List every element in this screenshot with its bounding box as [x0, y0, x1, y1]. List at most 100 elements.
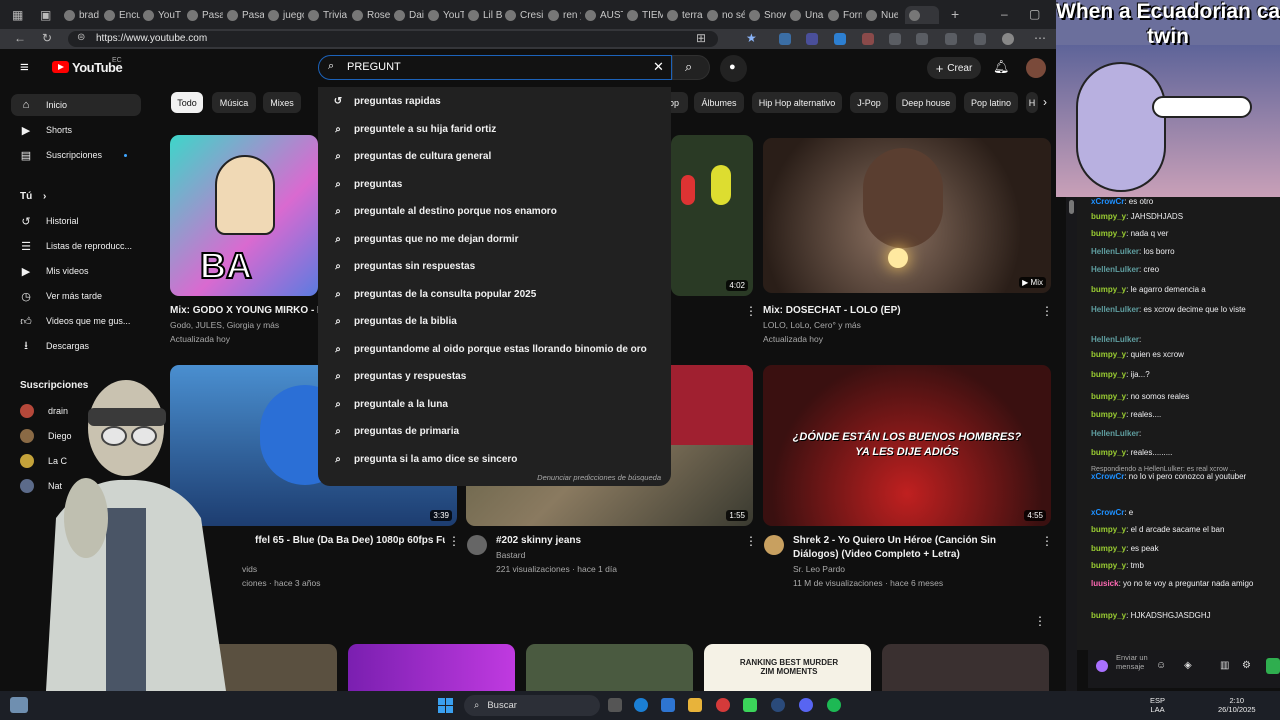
chip-jpop[interactable]: J-Pop: [850, 92, 888, 113]
chat-send-placeholder[interactable]: Enviar un mensaje: [1116, 653, 1154, 671]
browser-tab[interactable]: TIEM: [627, 6, 663, 24]
video-title[interactable]: ffel 65 - Blue (Da Ba Dee) 1080p 60fps F…: [255, 534, 445, 548]
short-thumbnail[interactable]: RANKING BEST MURDER ZIM MOMENTS: [704, 644, 871, 691]
chat-username[interactable]: xCrowCr: [1091, 197, 1124, 206]
emote-picker-icon[interactable]: [1096, 660, 1108, 672]
extension-icon[interactable]: [916, 33, 928, 45]
browser-tab[interactable]: Nuev: [866, 6, 898, 24]
extension-icon[interactable]: [806, 33, 818, 45]
search-suggestion[interactable]: ⌕ preguntas que no me dejan dormir: [318, 226, 671, 253]
youtube-logo-icon[interactable]: [52, 61, 69, 73]
back-icon[interactable]: ←: [14, 31, 26, 45]
chip-pop-latino[interactable]: Pop latino: [964, 92, 1018, 113]
browser-tab[interactable]: Snow: [749, 6, 786, 24]
video-channel[interactable]: Godo, JULES, Giorgia y más: [170, 318, 279, 332]
chat-username[interactable]: bumpy_y: [1091, 561, 1126, 570]
browser-tab[interactable]: Rose: [352, 6, 390, 24]
chat-username[interactable]: HellenLulker: [1091, 335, 1139, 344]
search-suggestion[interactable]: ⌕ preguntas de la consulta popular 2025: [318, 281, 671, 308]
url-field[interactable]: ⊜ https://www.youtube.com: [68, 31, 718, 47]
video-more-icon[interactable]: ⋮: [745, 534, 757, 548]
video-title[interactable]: Mix: DOSECHAT - LOLO (EP): [763, 304, 901, 318]
browser-more-icon[interactable]: ⋯: [1034, 31, 1046, 45]
browser-tab[interactable]: Daisi: [394, 6, 424, 24]
app-icon[interactable]: [743, 698, 757, 712]
chat-username[interactable]: bumpy_y: [1091, 350, 1126, 359]
search-suggestion[interactable]: ⌕ pregunta si la amo dice se sincero: [318, 446, 671, 473]
search-suggestion[interactable]: ⌕ preguntandome al oido porque estas llor…: [318, 336, 671, 363]
chat-username[interactable]: bumpy_y: [1091, 544, 1126, 553]
browser-tab[interactable]: YouT: [143, 6, 183, 24]
bookmark-star-icon[interactable]: ★: [746, 31, 757, 45]
chip-h[interactable]: H: [1026, 92, 1038, 113]
chat-send-button[interactable]: [1266, 658, 1280, 674]
chip-deep-house[interactable]: Deep house: [896, 92, 956, 113]
discord-icon[interactable]: [799, 698, 813, 712]
chat-username[interactable]: xCrowCr: [1091, 508, 1124, 517]
profile-avatar[interactable]: [1002, 33, 1014, 45]
browser-menu-icon[interactable]: ▦: [12, 8, 23, 22]
windows-start-icon[interactable]: [438, 698, 453, 713]
browser-tab[interactable]: Lil B: [468, 6, 502, 24]
short-thumbnail[interactable]: [882, 644, 1049, 691]
video-more-icon[interactable]: ⋮: [745, 304, 757, 318]
app-icon[interactable]: [716, 698, 730, 712]
browser-tab[interactable]: brad: [64, 6, 100, 24]
store-app-icon[interactable]: [661, 698, 675, 712]
chat-username[interactable]: bumpy_y: [1091, 410, 1126, 419]
you-section-heading[interactable]: Tú ›: [20, 191, 46, 202]
shorts-more-icon[interactable]: ⋮: [1034, 614, 1046, 628]
chip-mixes[interactable]: Mixes: [263, 92, 301, 113]
chat-username[interactable]: bumpy_y: [1091, 448, 1126, 457]
voice-search-button[interactable]: ●: [720, 55, 747, 82]
search-suggestion[interactable]: ⌕ preguntas de primaria: [318, 418, 671, 445]
report-predictions-link[interactable]: Denunciar predicciones de búsqueda: [537, 473, 661, 482]
search-suggestion[interactable]: ⌕ preguntele a su hija farid ortiz: [318, 116, 671, 143]
browser-tab[interactable]: Trivia: [308, 6, 348, 24]
sidebar-item-inicio[interactable]: ⌂ Inicio: [11, 94, 141, 116]
chat-settings-gear-icon[interactable]: ⚙: [1242, 660, 1251, 671]
chat-username[interactable]: luusick: [1091, 579, 1119, 588]
tab-overview-icon[interactable]: ▣: [40, 8, 51, 22]
video-thumbnail[interactable]: ¿DÓNDE ESTÁN LOS BUENOS HOMBRES? YA LES …: [763, 365, 1051, 526]
apps-grid-icon[interactable]: ⊞: [696, 31, 706, 45]
browser-tab[interactable]: Form: [828, 6, 862, 24]
chat-username[interactable]: bumpy_y: [1091, 229, 1126, 238]
bits-icon[interactable]: ◈: [1184, 660, 1192, 671]
file-explorer-icon[interactable]: [688, 698, 702, 712]
chat-username[interactable]: HellenLulker: [1091, 305, 1139, 314]
video-channel[interactable]: LOLO, LoLo, Cero° y más: [763, 318, 861, 332]
favorites-icon[interactable]: [974, 33, 986, 45]
chat-username[interactable]: bumpy_y: [1091, 285, 1126, 294]
minimize-icon[interactable]: –: [1001, 7, 1008, 21]
emoji-icon[interactable]: ☺: [1156, 660, 1166, 671]
browser-tab[interactable]: no sé: [707, 6, 745, 24]
sidebar-item-descargas[interactable]: ⭳ Descargas: [11, 335, 141, 357]
search-suggestion[interactable]: ⌕ preguntas de la biblia: [318, 308, 671, 335]
weather-widget-icon[interactable]: [10, 697, 28, 713]
clock[interactable]: 2:10 26/10/2025: [1218, 696, 1256, 714]
extension-icon[interactable]: [779, 33, 791, 45]
chat-username[interactable]: bumpy_y: [1091, 370, 1126, 379]
extension-icon[interactable]: [889, 33, 901, 45]
extension-icon[interactable]: [834, 33, 846, 45]
video-channel[interactable]: Sr. Leo Pardo: [793, 562, 845, 576]
channel-avatar[interactable]: [764, 535, 784, 555]
browser-tab[interactable]: AUST: [585, 6, 623, 24]
video-thumbnail[interactable]: 4:02: [671, 135, 753, 296]
browser-tab[interactable]: Pasa: [227, 6, 264, 24]
chat-username[interactable]: bumpy_y: [1091, 611, 1126, 620]
hamburger-menu-icon[interactable]: ≡: [20, 59, 29, 76]
clear-search-icon[interactable]: ✕: [653, 59, 664, 75]
sidebar-item-historial[interactable]: ↺ Historial: [11, 210, 141, 232]
chat-username[interactable]: HellenLulker: [1091, 429, 1139, 438]
chat-username[interactable]: HellenLulker: [1091, 265, 1139, 274]
extension-icon[interactable]: [862, 33, 874, 45]
video-channel[interactable]: Bastard: [496, 548, 525, 562]
store-icon[interactable]: ▥: [1220, 660, 1229, 671]
video-more-icon[interactable]: ⋮: [1041, 304, 1053, 318]
notifications-bell-icon[interactable]: 🔔︎: [993, 59, 1010, 75]
video-thumbnail[interactable]: ▶ Mix: [763, 138, 1051, 293]
sidebar-item-liked-videos[interactable]: 👍︎ Videos que me gus...: [11, 310, 141, 332]
chat-scrollbar-thumb[interactable]: [1069, 200, 1074, 214]
